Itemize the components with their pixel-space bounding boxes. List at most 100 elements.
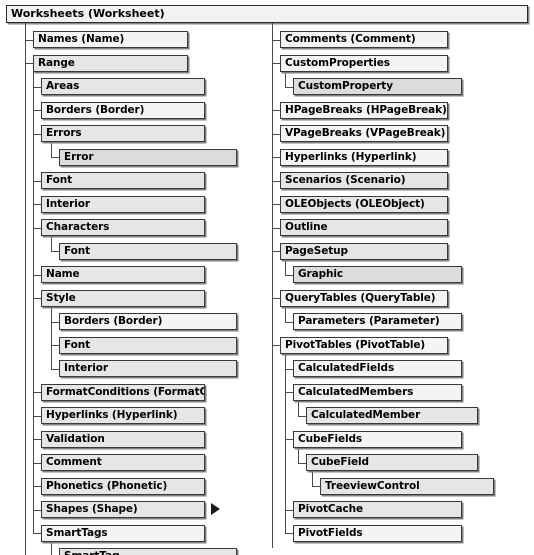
connector-horizontal xyxy=(33,181,41,182)
node-customproperties[interactable]: CustomProperties xyxy=(280,54,448,72)
connector-horizontal xyxy=(272,110,280,111)
connector-horizontal xyxy=(33,134,41,135)
connector-horizontal xyxy=(33,392,41,393)
connector-horizontal xyxy=(51,157,59,158)
node-font[interactable]: Font xyxy=(41,172,205,189)
root-node-worksheets[interactable]: Worksheets (Worksheet) xyxy=(6,5,528,23)
node-comments-comment[interactable]: Comments (Comment) xyxy=(280,31,448,48)
connector-vertical xyxy=(285,71,286,87)
node-pagesetup[interactable]: PageSetup xyxy=(280,242,448,260)
connector-horizontal xyxy=(25,63,33,64)
node-oleobjects-oleobject[interactable]: OLEObjects (OLEObject) xyxy=(280,195,448,213)
node-scenarios-scenario[interactable]: Scenarios (Scenario) xyxy=(280,172,448,189)
node-parameters-parameter[interactable]: Parameters (Parameter) xyxy=(293,313,462,330)
node-interior[interactable]: Interior xyxy=(41,195,205,213)
connector-horizontal xyxy=(272,298,280,299)
connector-horizontal xyxy=(272,345,280,346)
object-model-diagram: Worksheets (Worksheet) Names (Name) Range… xyxy=(0,0,534,555)
connector-vertical xyxy=(285,353,286,533)
connector-horizontal xyxy=(285,275,293,276)
node-calculatedmember[interactable]: CalculatedMember xyxy=(306,407,478,424)
connector-horizontal xyxy=(51,345,59,346)
connector-vertical xyxy=(51,306,52,369)
node-smarttags[interactable]: SmartTags xyxy=(41,524,205,542)
node-customproperty[interactable]: CustomProperty xyxy=(293,78,462,95)
node-querytables-querytable[interactable]: QueryTables (QueryTable) xyxy=(280,289,448,307)
node-font[interactable]: Font xyxy=(59,242,237,260)
connector-horizontal xyxy=(298,416,306,417)
node-hyperlinks-hyperlink[interactable]: Hyperlinks (Hyperlink) xyxy=(280,148,448,166)
node-borders-border[interactable]: Borders (Border) xyxy=(41,101,205,119)
connector-horizontal xyxy=(285,439,293,440)
node-smarttag[interactable]: SmartTag xyxy=(59,548,237,555)
connector-horizontal xyxy=(33,298,41,299)
connector-horizontal xyxy=(33,416,41,417)
node-errors[interactable]: Errors xyxy=(41,125,205,142)
connector-horizontal xyxy=(33,228,41,229)
node-pivotfields[interactable]: PivotFields xyxy=(293,524,462,542)
connector-horizontal xyxy=(285,533,293,534)
node-formatconditions-formatcondition[interactable]: FormatConditions (FormatCondition) xyxy=(41,383,205,401)
connector-horizontal xyxy=(272,63,280,64)
connector-horizontal xyxy=(51,369,59,370)
node-cubefield[interactable]: CubeField xyxy=(306,454,478,471)
node-areas[interactable]: Areas xyxy=(41,78,205,95)
node-outline[interactable]: Outline xyxy=(280,219,448,236)
connector-horizontal xyxy=(272,134,280,135)
connector-horizontal xyxy=(33,275,41,276)
connector-vertical xyxy=(312,471,313,486)
connector-horizontal xyxy=(272,181,280,182)
connector-horizontal xyxy=(33,87,41,88)
node-hpagebreaks-hpagebreak[interactable]: HPageBreaks (HPageBreak) xyxy=(280,101,448,119)
connector-horizontal xyxy=(33,463,41,464)
node-phonetics-phonetic[interactable]: Phonetics (Phonetic) xyxy=(41,477,205,495)
node-calculatedfields[interactable]: CalculatedFields xyxy=(293,360,462,377)
connector-horizontal xyxy=(51,322,59,323)
node-style[interactable]: Style xyxy=(41,289,205,307)
connector-vertical xyxy=(51,541,52,555)
connector-horizontal xyxy=(285,87,293,88)
connector-vertical xyxy=(51,236,52,251)
connector-horizontal xyxy=(25,40,33,41)
node-pivottables-pivottable[interactable]: PivotTables (PivotTable) xyxy=(280,336,448,354)
more-items-arrow-icon[interactable] xyxy=(211,503,220,515)
connector-horizontal xyxy=(312,486,320,487)
connector-vertical xyxy=(33,71,34,533)
connector-horizontal xyxy=(33,204,41,205)
node-range[interactable]: Range xyxy=(33,54,188,72)
connector-vertical xyxy=(285,259,286,275)
connector-vertical xyxy=(298,400,299,416)
connector-horizontal xyxy=(33,486,41,487)
node-treeviewcontrol[interactable]: TreeviewControl xyxy=(320,477,494,495)
node-interior[interactable]: Interior xyxy=(59,360,237,377)
connector-horizontal xyxy=(285,369,293,370)
node-pivotcache[interactable]: PivotCache xyxy=(293,501,462,518)
connector-horizontal xyxy=(51,251,59,252)
node-characters[interactable]: Characters xyxy=(41,219,205,236)
connector-horizontal xyxy=(272,204,280,205)
node-graphic[interactable]: Graphic xyxy=(293,266,462,283)
connector-horizontal xyxy=(272,251,280,252)
node-borders-border[interactable]: Borders (Border) xyxy=(59,313,237,330)
connector-horizontal xyxy=(272,157,280,158)
node-cubefields[interactable]: CubeFields xyxy=(293,430,462,448)
connector-horizontal xyxy=(272,228,280,229)
node-error[interactable]: Error xyxy=(59,148,237,166)
connector-vertical xyxy=(51,142,52,157)
connector-horizontal xyxy=(33,533,41,534)
node-calculatedmembers[interactable]: CalculatedMembers xyxy=(293,383,462,401)
node-shapes-shape[interactable]: Shapes (Shape) xyxy=(41,501,205,518)
node-hyperlinks-hyperlink[interactable]: Hyperlinks (Hyperlink) xyxy=(41,407,205,424)
node-font[interactable]: Font xyxy=(59,336,237,354)
connector-vertical xyxy=(298,447,299,463)
node-vpagebreaks-vpagebreak[interactable]: VPageBreaks (VPageBreak) xyxy=(280,125,448,142)
node-validation[interactable]: Validation xyxy=(41,430,205,448)
connector-horizontal xyxy=(285,392,293,393)
connector-horizontal xyxy=(272,40,280,41)
node-name[interactable]: Name xyxy=(41,266,205,283)
node-comment[interactable]: Comment xyxy=(41,454,205,471)
connector-horizontal xyxy=(285,510,293,511)
connector-vertical xyxy=(285,306,286,322)
connector-horizontal xyxy=(33,439,41,440)
node-names-name[interactable]: Names (Name) xyxy=(33,31,188,48)
